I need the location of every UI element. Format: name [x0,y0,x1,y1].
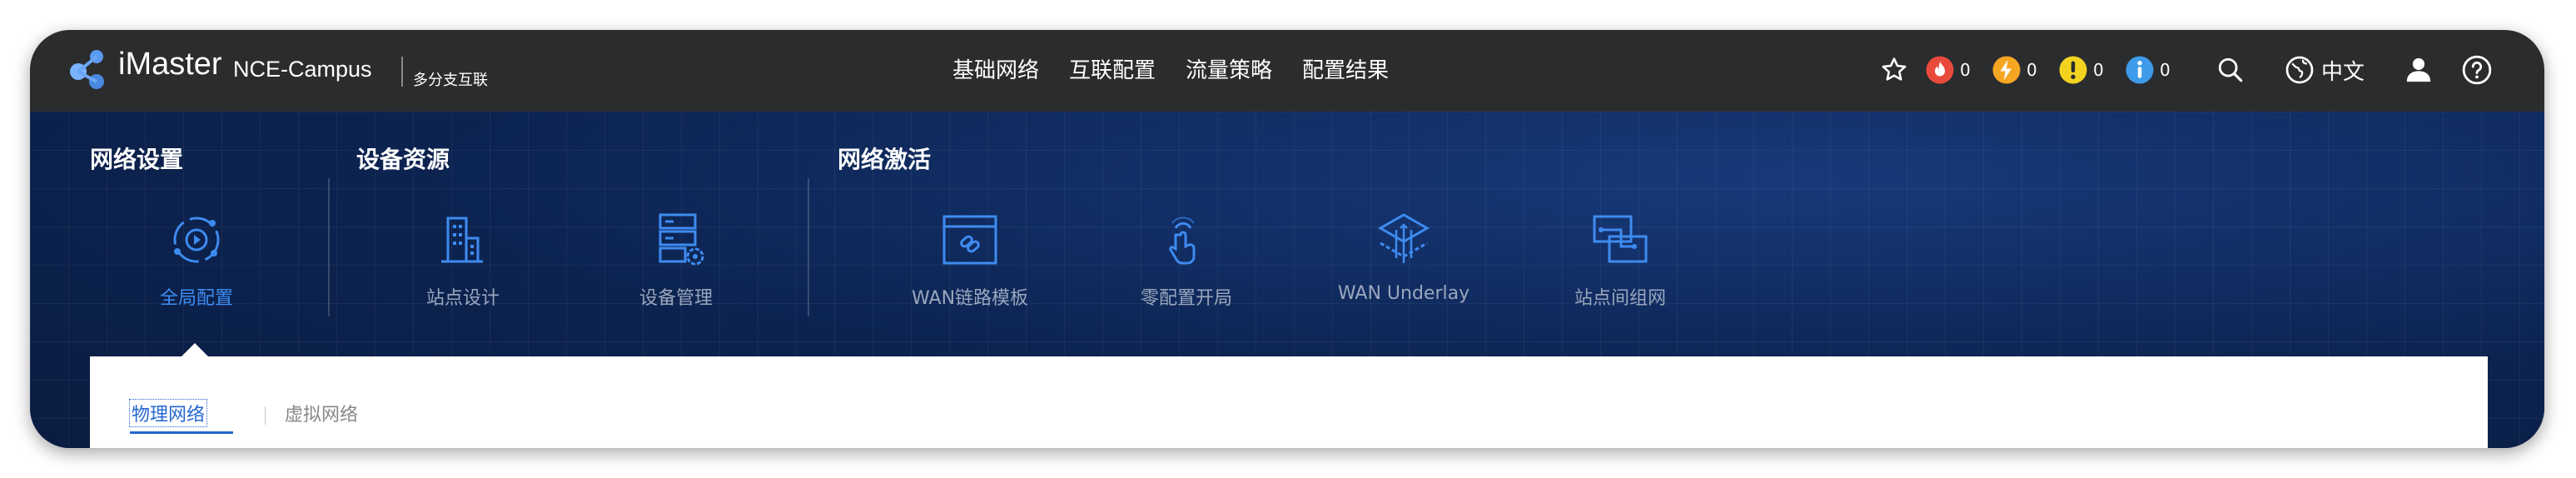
device-management-icon [659,213,704,266]
active-item-pointer [182,343,208,356]
search-icon [2218,57,2243,82]
scenario-subtitle: 多分支互联 [413,72,488,89]
nav-global-config-label: 全局配置 [159,288,234,309]
tab-physical-network[interactable]: 物理网络 [128,399,208,427]
user-menu-button[interactable] [2404,53,2433,87]
nav-site-design-label: 站点设计 [425,288,500,309]
nav-interconnect-config[interactable]: 互联配置 [1069,53,1156,84]
active-tab-underline [130,431,233,434]
brand-name: iMaster [118,47,222,82]
content-panel: 物理网络 虚拟网络 [90,356,2488,448]
nav-traffic-policy[interactable]: 流量策略 [1186,53,1272,84]
help-button[interactable] [2461,53,2493,87]
wan-link-template-icon [942,215,997,265]
alarm-major[interactable]: 0 [1992,53,2037,87]
section-device-resources: 设备资源 [356,146,450,173]
product-name: NCE-Campus [233,57,372,82]
alarm-minor[interactable]: 0 [2058,53,2104,87]
alarm-major-count: 0 [2026,60,2037,80]
top-nav: 基础网络 互联配置 流量策略 配置结果 [952,53,1419,84]
alarm-critical[interactable]: 0 [1925,53,1971,87]
wan-underlay-icon [1377,213,1430,263]
info-icon [2126,56,2154,84]
workflow-nav-panel: 网络设置 设备资源 网络激活 全局配置 站点设计 设备管理 WAN链路模板 零配… [30,112,2544,448]
top-bar: iMaster NCE-Campus 多分支互联 基础网络 互联配置 流量策略 … [30,30,2544,112]
globe-icon [2285,56,2314,84]
language-switch[interactable]: 中文 [2285,53,2365,87]
nav-wan-link-template-label: WAN链路模板 [911,288,1029,309]
alarm-info[interactable]: 0 [2125,53,2171,87]
app-window: iMaster NCE-Campus 多分支互联 基础网络 互联配置 流量策略 … [30,30,2544,448]
user-icon [2406,57,2431,82]
section-network-settings: 网络设置 [90,146,184,173]
nav-wan-underlay-label: WAN Underlay [1337,283,1470,304]
section-divider [808,178,809,316]
tab-divider [265,406,266,425]
brand-divider [401,57,403,87]
favorite-button[interactable] [1880,53,1908,87]
alarm-critical-count: 0 [1960,60,1971,80]
section-divider [328,178,330,316]
imaster-logo-icon [70,50,104,89]
search-button[interactable] [2216,53,2245,87]
nav-zero-touch-label: 零配置开局 [1140,288,1233,309]
exclamation-icon [2059,56,2087,84]
section-network-activation: 网络激活 [838,146,932,173]
zero-touch-icon [1169,217,1196,265]
help-icon [2462,55,2492,85]
nav-site-networking-label: 站点间组网 [1574,288,1667,309]
nav-device-management-label: 设备管理 [639,288,714,309]
alarm-info-count: 0 [2160,60,2171,80]
site-design-icon [441,217,483,263]
alarm-minor-count: 0 [2093,60,2104,80]
site-networking-icon [1593,215,1648,263]
tab-virtual-network[interactable]: 虚拟网络 [285,400,358,426]
star-icon [1882,57,1907,81]
nav-basic-network[interactable]: 基础网络 [952,53,1039,84]
language-label: 中文 [2321,59,2365,85]
lightning-icon [1992,56,2021,84]
global-config-icon [173,217,220,263]
fire-icon [1926,56,1954,84]
nav-config-result[interactable]: 配置结果 [1302,53,1389,84]
